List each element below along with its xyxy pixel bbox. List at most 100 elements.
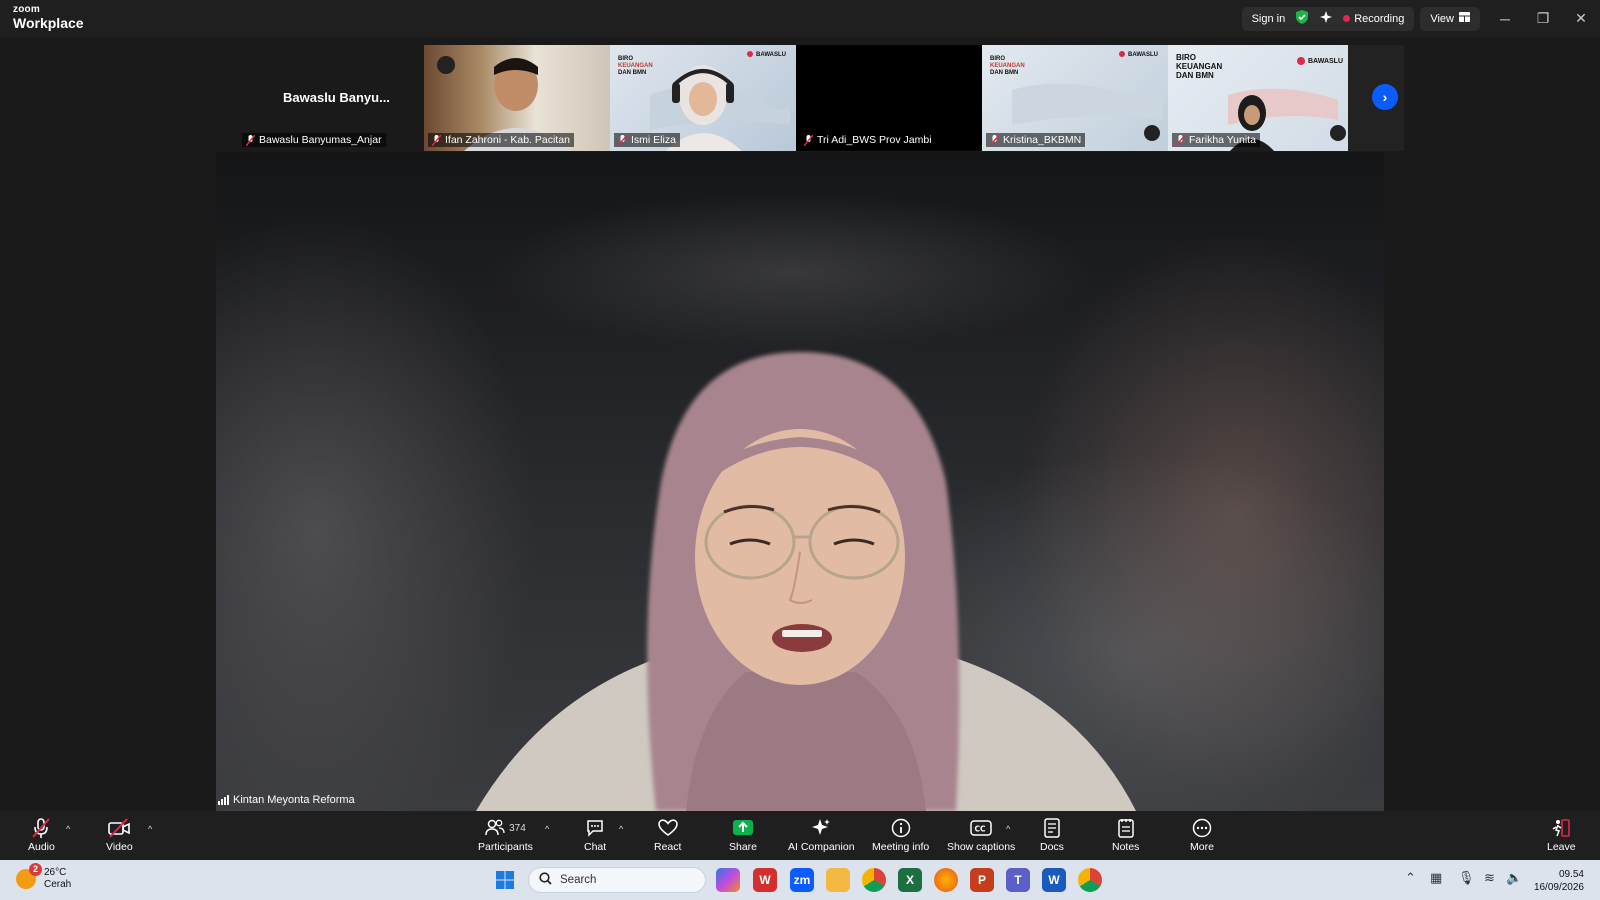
leave-button[interactable]: Leave — [1547, 817, 1576, 853]
clock-time: 09.54 — [1558, 869, 1584, 880]
more-icon — [1192, 817, 1212, 839]
captions-icon: CC — [970, 817, 992, 839]
participant-tile[interactable]: BIRO KEUANGAN DAN BMN BAWASLU Ismi Eliza — [610, 45, 796, 151]
tile-name: Ifan Zahroni - Kab. Pacitan — [428, 133, 574, 147]
network-device-icon[interactable]: ▦ — [1430, 870, 1442, 886]
system-clock[interactable]: 09.54 16/09/2026 — [1534, 868, 1584, 894]
mic-off-icon — [803, 134, 814, 146]
captions-options-caret[interactable]: ^ — [1006, 824, 1010, 834]
ai-companion-button[interactable]: AI Companion — [788, 817, 855, 853]
participant-tile[interactable]: BIRO KEUANGAN DAN BMN BAWASLU Kristina_B… — [982, 45, 1168, 151]
tile-name-label: Ifan Zahroni - Kab. Pacitan — [445, 134, 570, 146]
tray-overflow-icon[interactable]: ⌃ — [1405, 870, 1416, 886]
restore-button[interactable]: ❐ — [1524, 0, 1562, 37]
participant-tile[interactable]: Ifan Zahroni - Kab. Pacitan — [424, 45, 610, 151]
tile-name-label: Tri Adi_BWS Prov Jambi — [817, 134, 932, 146]
mic-off-icon — [617, 134, 628, 146]
leave-icon — [1551, 817, 1571, 839]
zoom-app-icon[interactable]: zm — [790, 868, 814, 892]
meeting-info-label: Meeting info — [872, 841, 930, 853]
slide-text: BAWASLU — [756, 52, 786, 58]
tile-name-label: Farikha Yunita — [1189, 134, 1256, 146]
grid-icon — [1459, 12, 1470, 25]
mic-off-icon — [989, 134, 1000, 146]
minimize-button[interactable]: ─ — [1486, 0, 1524, 37]
main-video[interactable] — [216, 152, 1384, 811]
chrome-profile-icon[interactable] — [1078, 868, 1102, 892]
more-button[interactable]: More — [1190, 817, 1214, 853]
meeting-info-button[interactable]: Meeting info — [872, 817, 929, 853]
participant-tile[interactable]: Tri Adi_BWS Prov Jambi — [796, 45, 982, 151]
powerpoint-icon[interactable]: P — [970, 868, 994, 892]
microphone-icon[interactable]: 🎙 — [1458, 870, 1475, 886]
audio-label: Audio — [28, 841, 55, 853]
weather-desc: Cerah — [44, 879, 72, 890]
taskbar-search[interactable]: Search — [528, 867, 706, 893]
react-button[interactable]: React — [654, 817, 681, 853]
record-dot-icon — [1343, 14, 1351, 22]
weather-badge: 2 — [29, 863, 42, 876]
participant-tile[interactable]: BIRO KEUANGAN DAN BMN BAWASLU Farikha Yu… — [1168, 45, 1354, 151]
svg-text:CC: CC — [975, 825, 987, 834]
audio-options-caret[interactable]: ^ — [66, 824, 70, 834]
meeting-toolbar: Audio ^ Video ^ 374 Participants ^ Chat … — [0, 811, 1600, 860]
mic-muted-icon — [30, 817, 52, 839]
chrome-icon[interactable] — [862, 868, 886, 892]
video-label: Video — [106, 841, 133, 853]
wifi-icon[interactable]: ≋ — [1484, 870, 1495, 886]
video-button[interactable]: Video — [106, 817, 133, 853]
recording-indicator[interactable]: Recording — [1343, 13, 1404, 25]
gallery-next-button[interactable]: › — [1372, 84, 1398, 110]
chat-button[interactable]: Chat — [584, 817, 606, 853]
os-taskbar: 2 26°C Cerah Search W zm X P T W ⌃ ▦ 🎙 ≋… — [0, 860, 1600, 900]
chat-icon — [585, 817, 605, 839]
windows-start-icon[interactable] — [493, 868, 517, 892]
copilot-icon[interactable] — [716, 868, 740, 892]
share-screen-icon — [732, 817, 754, 839]
excel-icon[interactable]: X — [898, 868, 922, 892]
share-label: Share — [729, 841, 758, 853]
more-label: More — [1190, 841, 1214, 853]
teams-icon[interactable]: T — [1006, 868, 1030, 892]
tile-name: Bawaslu Banyumas_Anjar — [242, 133, 386, 147]
participants-button[interactable]: 374 Participants — [478, 817, 533, 853]
word-icon[interactable]: W — [1042, 868, 1066, 892]
chat-options-caret[interactable]: ^ — [619, 824, 623, 834]
close-button[interactable]: ✕ — [1562, 0, 1600, 37]
sign-in-button[interactable]: Sign in — [1252, 13, 1286, 25]
audio-button[interactable]: Audio — [28, 817, 55, 853]
slide-text: BIRO — [990, 56, 1005, 62]
share-button[interactable]: Share — [729, 817, 757, 853]
notes-button[interactable]: Notes — [1112, 817, 1139, 853]
speaker-video — [476, 352, 1136, 811]
tile-name-label: Ismi Eliza — [631, 134, 676, 146]
docs-button[interactable]: Docs — [1040, 817, 1064, 853]
wps-office-icon[interactable]: W — [753, 868, 777, 892]
notes-icon — [1117, 817, 1135, 839]
weather-temp: 26°C — [44, 867, 67, 878]
sparkle-icon[interactable] — [1319, 10, 1333, 27]
search-placeholder: Search — [560, 874, 597, 886]
tile-name-label: Kristina_BKBMN — [1003, 134, 1082, 146]
firefox-icon[interactable] — [934, 868, 958, 892]
info-icon — [891, 817, 911, 839]
slide-text: BAWASLU — [1128, 52, 1158, 58]
sparkle-icon — [810, 817, 832, 839]
view-label: View — [1430, 12, 1454, 25]
video-options-caret[interactable]: ^ — [148, 824, 152, 834]
search-icon — [539, 872, 552, 888]
mic-off-icon — [245, 134, 256, 146]
volume-icon[interactable]: 🔈 — [1506, 870, 1522, 886]
participants-options-caret[interactable]: ^ — [545, 824, 549, 834]
file-explorer-icon[interactable] — [826, 868, 850, 892]
speaker-name-tag: Kintan Meyonta Reforma — [218, 794, 355, 806]
tile-title: Bawaslu Banyu... — [283, 90, 390, 105]
shield-icon[interactable] — [1295, 10, 1309, 27]
show-captions-button[interactable]: CC Show captions — [947, 817, 1015, 853]
slide-text: KEUANGAN — [990, 63, 1025, 69]
weather-widget[interactable]: 2 26°C Cerah — [16, 863, 72, 891]
participant-tile[interactable]: Bawaslu Banyu... Bawaslu Banyumas_Anjar — [238, 45, 424, 151]
brand-big: Workplace — [13, 15, 84, 31]
notes-label: Notes — [1112, 841, 1140, 853]
view-button[interactable]: View — [1420, 6, 1480, 31]
